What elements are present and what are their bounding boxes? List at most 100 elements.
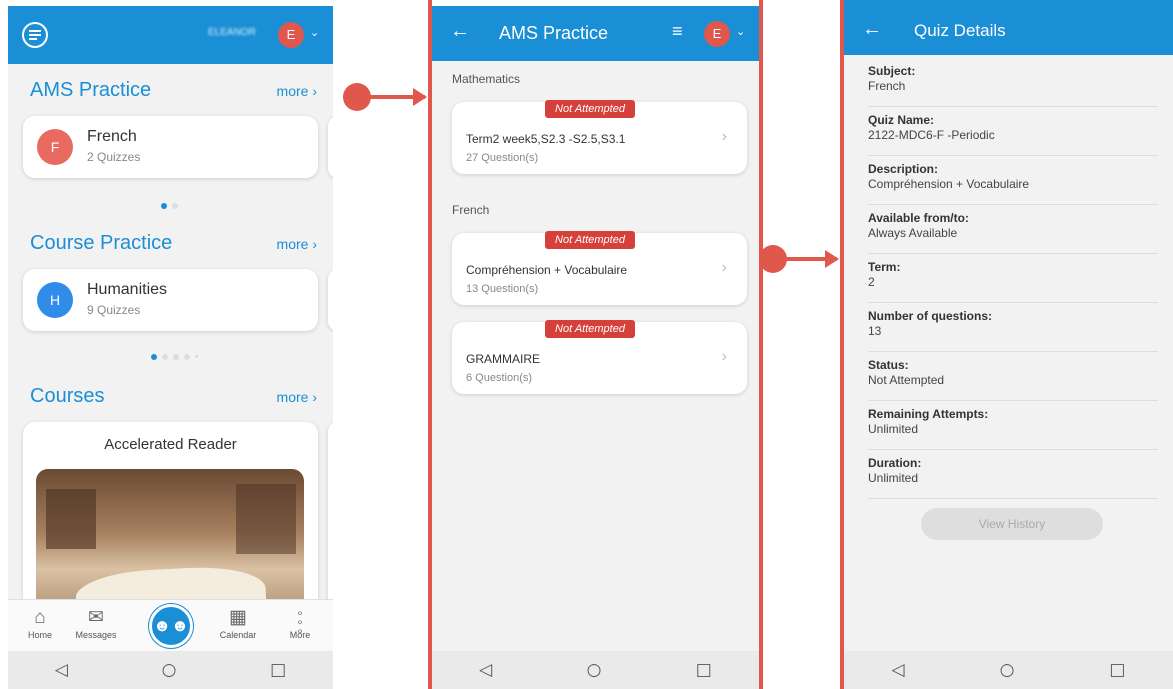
detail-label: Quiz Name: <box>868 113 935 127</box>
kids-center-button[interactable]: ☻☻ <box>149 604 193 648</box>
detail-label: Term: <box>868 260 901 274</box>
question-count: 13 Question(s) <box>466 283 539 295</box>
detail-row-status: Status: Not Attempted <box>868 352 1158 401</box>
tab-messages[interactable]: ✉ Messages <box>66 606 126 640</box>
next-card-peek[interactable] <box>328 116 333 178</box>
question-count: 6 Question(s) <box>466 372 533 384</box>
bottom-tab-bar: ⌂ Home ✉ Messages ☻☻ ▦ Calendar ∘ ∘ ∘ More <box>8 599 333 651</box>
subject-avatar: F <box>37 129 73 165</box>
more-link-courses[interactable]: more › <box>277 389 317 405</box>
quiz-title: Compréhension + Vocabulaire <box>466 263 628 277</box>
phone-ams-practice-screen: ← AMS Practice ≡ E ⌄ Mathematics Not Att… <box>432 6 759 689</box>
recent-nav-icon[interactable]: □ <box>696 660 712 680</box>
status-badge: Not Attempted <box>545 231 635 249</box>
avatar-letter: H <box>49 292 61 308</box>
detail-label: Subject: <box>868 64 916 78</box>
more-link-course[interactable]: more › <box>277 236 317 252</box>
detail-value: 2122-MDC6-F -Periodic <box>868 128 995 142</box>
detail-row-subject: Subject: French <box>868 58 1158 107</box>
card-title: French <box>87 128 137 145</box>
detail-label: Number of questions: <box>868 309 993 323</box>
back-nav-icon[interactable]: ◁ <box>55 660 68 680</box>
subject-card-french[interactable]: F French 2 Quizzes <box>23 116 318 178</box>
back-arrow-icon[interactable]: ← <box>862 18 882 41</box>
avatar-letter: E <box>712 26 722 41</box>
carousel-dots[interactable] <box>161 203 178 209</box>
status-badge: Not Attempted <box>545 320 635 338</box>
home-nav-icon[interactable]: ○ <box>1000 660 1015 680</box>
back-nav-icon[interactable]: ◁ <box>892 660 905 680</box>
course-title: Accelerated Reader <box>104 436 237 453</box>
card-title: Humanities <box>87 281 168 298</box>
carousel-dots[interactable] <box>151 354 198 360</box>
back-nav-icon[interactable]: ◁ <box>479 660 492 680</box>
section-title-courses: Courses <box>30 385 105 407</box>
phone-quiz-details-screen: ← Quiz Details Subject: French Quiz Name:… <box>844 0 1173 689</box>
calendar-icon: ▦ <box>229 607 247 628</box>
recent-nav-icon[interactable]: □ <box>270 660 286 680</box>
children-icon: ☻☻ <box>153 616 189 635</box>
detail-value: Unlimited <box>868 471 919 485</box>
annotation-border <box>759 0 763 689</box>
android-nav-bar: ◁ ○ □ <box>8 651 333 689</box>
detail-row-availability: Available from/to: Always Available <box>868 205 1158 254</box>
detail-row-description: Description: Compréhension + Vocabulaire <box>868 156 1158 205</box>
card-subtitle: 2 Quizzes <box>87 150 141 164</box>
recent-nav-icon[interactable]: □ <box>1109 660 1125 680</box>
quiz-card[interactable]: Not Attempted Term2 week5,S2.3 -S2.5,S3.… <box>452 100 747 174</box>
detail-value: Compréhension + Vocabulaire <box>868 177 1030 191</box>
group-label-french: French <box>452 203 490 217</box>
menu-icon[interactable] <box>22 22 48 48</box>
tab-label: Messages <box>75 630 117 640</box>
detail-row-remaining-attempts: Remaining Attempts: Unlimited <box>868 401 1158 450</box>
card-subtitle: 9 Quizzes <box>87 303 141 317</box>
detail-value: French <box>868 79 906 93</box>
next-card-peek[interactable] <box>328 269 333 331</box>
tab-home[interactable]: ⌂ Home <box>10 606 70 640</box>
tab-more[interactable]: ∘ ∘ ∘ More <box>270 606 330 640</box>
home-nav-icon[interactable]: ○ <box>587 660 602 680</box>
detail-row-duration: Duration: Unlimited <box>868 450 1158 499</box>
chevron-right-icon: › <box>721 348 727 365</box>
detail-label: Status: <box>868 358 909 372</box>
page-title: AMS Practice <box>499 23 609 43</box>
user-avatar[interactable]: E <box>278 22 304 48</box>
tab-calendar[interactable]: ▦ Calendar <box>208 606 268 640</box>
quiz-card[interactable]: Not Attempted Compréhension + Vocabulair… <box>452 231 747 305</box>
user-name: ELEANOR <box>208 27 256 38</box>
user-avatar[interactable]: E <box>704 21 730 47</box>
home-icon: ⌂ <box>34 607 46 628</box>
page-title: Quiz Details <box>914 21 1006 40</box>
android-nav-bar: ◁ ○ □ <box>432 651 759 689</box>
home-nav-icon[interactable]: ○ <box>162 660 177 680</box>
detail-value: 13 <box>868 324 882 338</box>
detail-value: Unlimited <box>868 422 919 436</box>
app-header: ELEANOR E ⌄ <box>8 6 333 64</box>
filter-icon[interactable]: ≡ <box>672 21 683 42</box>
quiz-title: Term2 week5,S2.3 -S2.5,S3.1 <box>466 132 626 146</box>
avatar-letter: F <box>50 139 60 155</box>
view-history-button[interactable]: View History <box>921 508 1103 540</box>
envelope-icon: ✉ <box>88 607 104 628</box>
detail-label: Description: <box>868 162 939 176</box>
group-label-mathematics: Mathematics <box>452 72 521 86</box>
avatar-letter: E <box>286 27 296 42</box>
flow-arrow <box>343 83 427 111</box>
app-header: ← AMS Practice ≡ E ⌄ <box>432 6 759 61</box>
back-arrow-icon[interactable]: ← <box>450 20 470 43</box>
subject-card-humanities[interactable]: H Humanities 9 Quizzes <box>23 269 318 331</box>
detail-label: Remaining Attempts: <box>868 407 989 421</box>
more-link-ams[interactable]: more › <box>277 83 317 99</box>
quiz-title: GRAMMAIRE <box>466 352 541 366</box>
chevron-right-icon: › <box>721 259 727 276</box>
question-count: 27 Question(s) <box>466 152 539 164</box>
android-nav-bar: ◁ ○ □ <box>844 651 1173 689</box>
tab-label: Calendar <box>219 630 257 640</box>
status-badge: Not Attempted <box>545 100 635 118</box>
quiz-card[interactable]: Not Attempted GRAMMAIRE 6 Question(s) › <box>452 320 747 394</box>
detail-row-term: Term: 2 <box>868 254 1158 303</box>
chevron-down-icon[interactable]: ⌄ <box>736 25 745 38</box>
app-header: ← Quiz Details <box>844 0 1173 55</box>
detail-value: Not Attempted <box>868 373 945 387</box>
chevron-down-icon[interactable]: ⌄ <box>310 26 319 39</box>
